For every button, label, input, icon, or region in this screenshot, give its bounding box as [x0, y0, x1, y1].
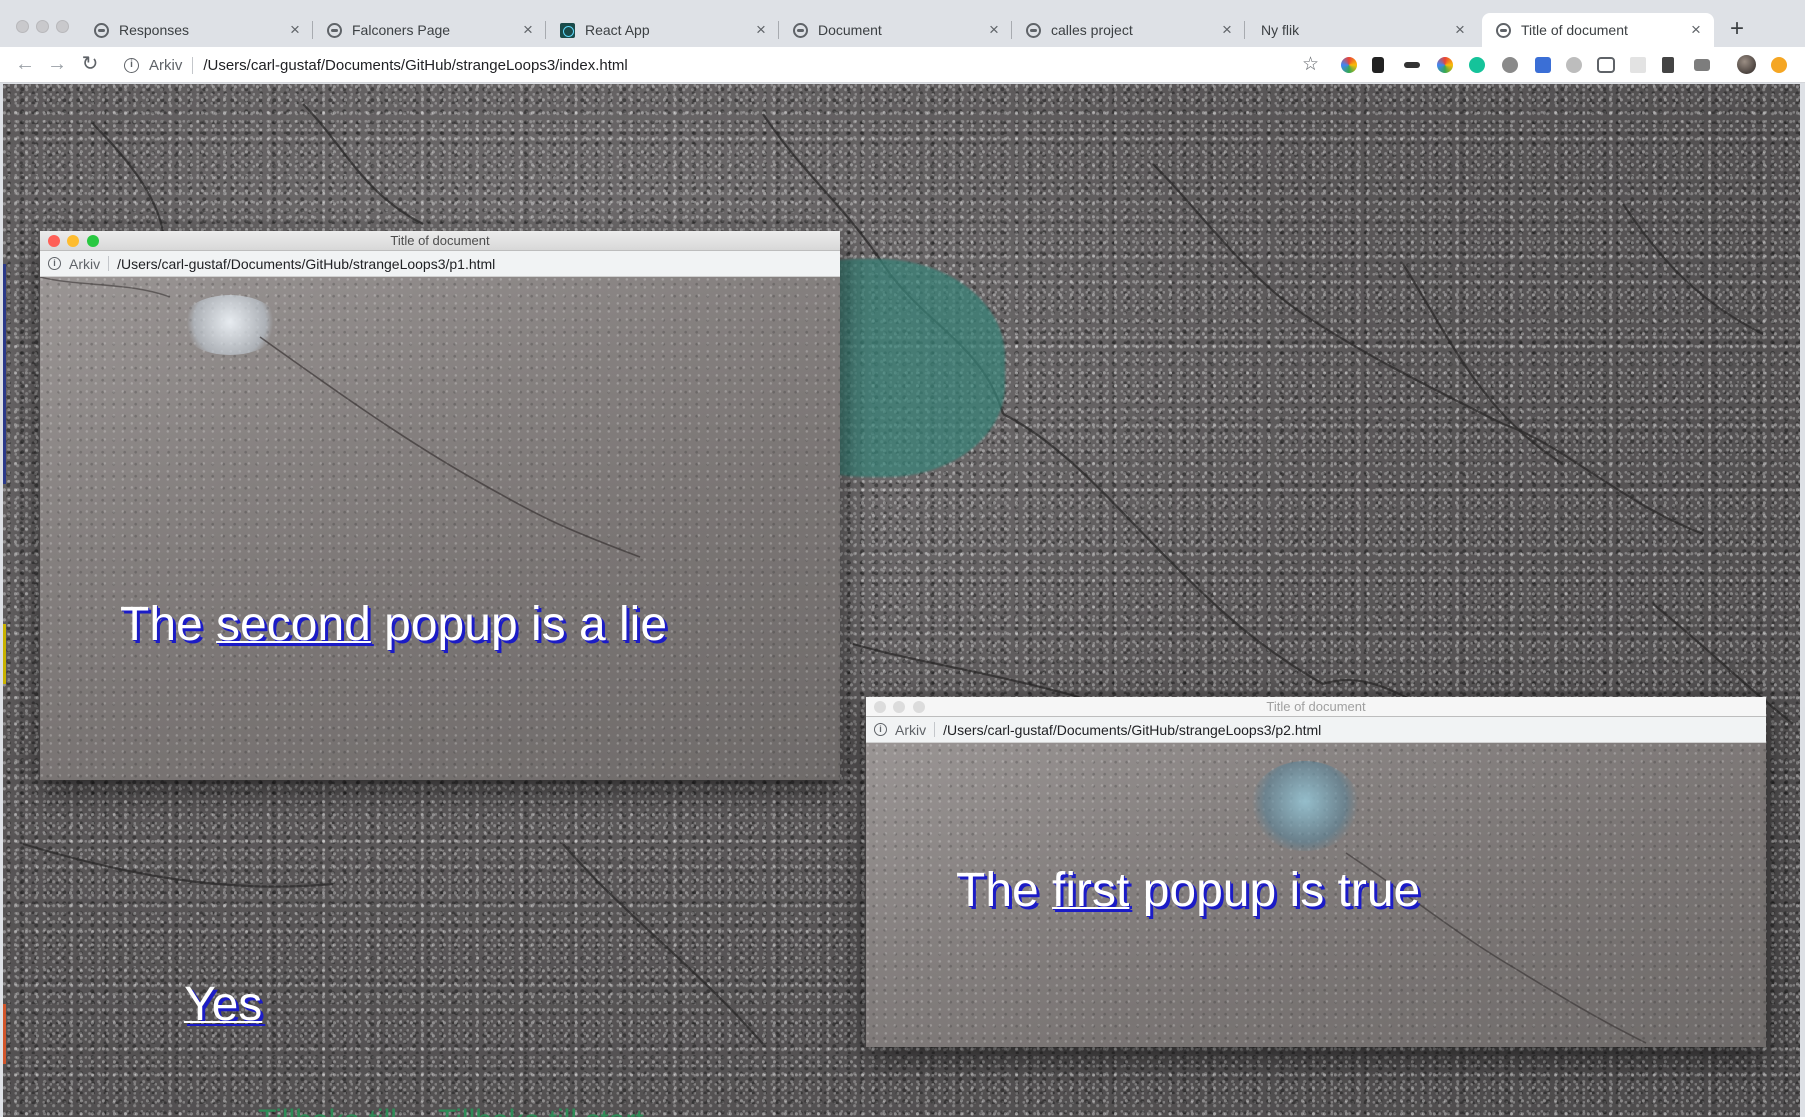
- close-tab-icon[interactable]: ×: [1686, 20, 1706, 40]
- tab-react-app[interactable]: React App ×: [546, 13, 779, 47]
- tab-title: React App: [585, 22, 650, 38]
- popup-minimize-button[interactable]: [893, 701, 905, 713]
- url-divider: [108, 256, 110, 271]
- message-text: The: [956, 864, 1053, 917]
- react-icon: [560, 22, 575, 38]
- popup-content: The second popup is a lie: [40, 277, 840, 780]
- tab-strip: Responses × Falconers Page × React App ×…: [0, 0, 1805, 47]
- json-formatter-icon[interactable]: [1597, 57, 1615, 73]
- url-scheme-label: Arkiv: [895, 721, 927, 738]
- close-tab-icon[interactable]: ×: [751, 20, 771, 40]
- tab-falconers-page[interactable]: Falconers Page ×: [313, 13, 546, 47]
- yes-link[interactable]: Yes: [184, 977, 262, 1032]
- url-divider: [934, 722, 936, 737]
- extension-calendar-icon[interactable]: [1535, 57, 1551, 73]
- popup-content: The first popup is true: [866, 743, 1766, 1047]
- popup-close-button[interactable]: [874, 701, 886, 713]
- popup-address-bar[interactable]: i Arkiv /Users/carl-gustaf/Documents/Git…: [40, 251, 840, 277]
- url-divider: [192, 56, 194, 74]
- message-text: popup is a lie: [370, 598, 668, 651]
- popup-title: Title of document: [1266, 699, 1366, 714]
- message-text: The: [120, 598, 217, 651]
- url-scheme-label: Arkiv: [149, 56, 183, 74]
- tab-ny-flik[interactable]: Ny flik ×: [1245, 13, 1478, 47]
- new-tab-button[interactable]: +: [1724, 13, 1750, 47]
- second-link[interactable]: second: [216, 598, 371, 651]
- reload-icon[interactable]: ↻: [77, 51, 103, 77]
- tab-title: Falconers Page: [352, 22, 451, 38]
- tab-title: Document: [818, 22, 882, 38]
- popup-zoom-button[interactable]: [913, 701, 925, 713]
- profile-avatar[interactable]: [1737, 55, 1756, 74]
- chrome-extension-icon[interactable]: [1341, 57, 1357, 73]
- extension-mask-icon[interactable]: [1404, 62, 1420, 68]
- close-tab-icon[interactable]: ×: [1217, 20, 1237, 40]
- popup2-message: The first popup is true: [956, 863, 1420, 918]
- globe-icon: [94, 22, 109, 38]
- tab-title: Ny flik: [1261, 22, 1300, 38]
- extension-bubble-icon[interactable]: [1502, 57, 1518, 73]
- extension-pinwheel-icon[interactable]: [1437, 57, 1453, 73]
- side-color-strip: [3, 264, 6, 484]
- tab-title: Responses: [119, 22, 190, 38]
- tab-title-of-document[interactable]: Title of document ×: [1482, 13, 1714, 47]
- side-color-strip: [3, 1004, 6, 1064]
- popup1-message: The second popup is a lie: [120, 597, 667, 652]
- popup-titlebar[interactable]: Title of document: [40, 231, 840, 251]
- update-alert-icon[interactable]: [1771, 57, 1787, 73]
- extension-grid-icon[interactable]: [1630, 57, 1646, 73]
- info-icon[interactable]: i: [48, 257, 61, 270]
- window-zoom-button[interactable]: [56, 20, 69, 33]
- screenshot-camera-icon[interactable]: [1694, 59, 1710, 71]
- close-tab-icon[interactable]: ×: [1450, 20, 1470, 40]
- tab-document[interactable]: Document ×: [779, 13, 1012, 47]
- url-scheme-label: Arkiv: [69, 255, 101, 272]
- globe-icon: [793, 22, 808, 38]
- asphalt-cracks: [40, 277, 641, 558]
- popup-window-p2: Title of document i Arkiv /Users/carl-gu…: [866, 697, 1766, 1047]
- bottom-links-partial[interactable]: Tillbaka till ... Tillbaka till start: [258, 1104, 644, 1117]
- forward-arrow-icon[interactable]: →: [44, 51, 70, 77]
- globe-icon: [1496, 22, 1511, 38]
- popup-title: Title of document: [390, 233, 490, 248]
- back-arrow-icon[interactable]: ←: [12, 51, 38, 77]
- globe-icon: [1026, 22, 1041, 38]
- address-bar[interactable]: i Arkiv /Users/carl-gustaf/Documents/Git…: [116, 50, 1336, 80]
- browser-toolbar: ← → ↻ i Arkiv /Users/carl-gustaf/Documen…: [0, 47, 1805, 83]
- tab-responses[interactable]: Responses ×: [80, 13, 313, 47]
- side-color-strip: [3, 624, 6, 684]
- tab-calles-project[interactable]: calles project ×: [1012, 13, 1245, 47]
- popup-window-p1: Title of document i Arkiv /Users/carl-gu…: [40, 231, 840, 780]
- window-close-button[interactable]: [16, 20, 29, 33]
- grammarly-icon[interactable]: [1469, 57, 1485, 73]
- url-text[interactable]: /Users/carl-gustaf/Documents/GitHub/stra…: [943, 722, 1321, 738]
- globe-icon: [327, 22, 342, 38]
- bookmark-star-icon[interactable]: ☆: [1302, 53, 1319, 76]
- close-tab-icon[interactable]: ×: [518, 20, 538, 40]
- extension-h-icon[interactable]: [1662, 57, 1674, 73]
- info-icon[interactable]: i: [874, 723, 887, 736]
- extension-leaf-icon[interactable]: [1566, 57, 1582, 73]
- info-icon[interactable]: i: [124, 57, 139, 73]
- browser-window: Responses × Falconers Page × React App ×…: [0, 0, 1805, 1117]
- popup-zoom-button[interactable]: [87, 235, 99, 247]
- url-text[interactable]: /Users/carl-gustaf/Documents/GitHub/stra…: [203, 57, 627, 74]
- popup-titlebar[interactable]: Title of document: [866, 697, 1766, 717]
- popup-minimize-button[interactable]: [67, 235, 79, 247]
- window-minimize-button[interactable]: [36, 20, 49, 33]
- popup-address-bar[interactable]: i Arkiv /Users/carl-gustaf/Documents/Git…: [866, 717, 1766, 743]
- url-text[interactable]: /Users/carl-gustaf/Documents/GitHub/stra…: [117, 256, 495, 272]
- tab-title: Title of document: [1521, 22, 1628, 38]
- first-link[interactable]: first: [1052, 864, 1129, 917]
- extension-horse-icon[interactable]: [1372, 57, 1384, 73]
- close-tab-icon[interactable]: ×: [984, 20, 1004, 40]
- popup-close-button[interactable]: [48, 235, 60, 247]
- close-tab-icon[interactable]: ×: [285, 20, 305, 40]
- message-text: popup is true: [1129, 864, 1421, 917]
- tab-title: calles project: [1051, 22, 1133, 38]
